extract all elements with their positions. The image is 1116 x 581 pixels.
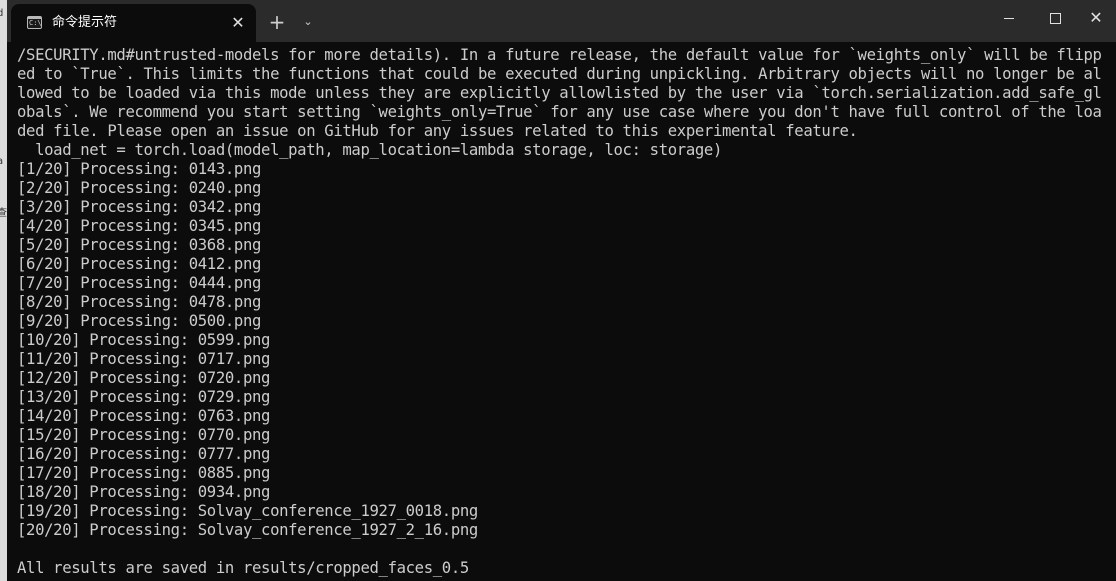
console-line: [20/20] Processing: Solvay_conference_19… xyxy=(17,521,478,539)
console-line: [17/20] Processing: 0885.png xyxy=(17,464,271,482)
console-line: [2/20] Processing: 0240.png xyxy=(17,179,262,197)
console-line: [6/20] Processing: 0412.png xyxy=(17,255,262,273)
console-line: [16/20] Processing: 0777.png xyxy=(17,445,271,463)
tab-dropdown-button[interactable]: ⌄ xyxy=(299,12,317,32)
console-line: ed to `True`. This limits the functions … xyxy=(17,65,1102,83)
console-line: lowed to be loaded via this mode unless … xyxy=(17,84,1102,102)
console-line: [13/20] Processing: 0729.png xyxy=(17,388,271,406)
console-line: [10/20] Processing: 0599.png xyxy=(17,331,271,349)
console-line: [11/20] Processing: 0717.png xyxy=(17,350,271,368)
console-line: [12/20] Processing: 0720.png xyxy=(17,369,271,387)
background-window-edge: d 查 a xyxy=(0,0,7,581)
close-window-button[interactable]: ✕ xyxy=(1073,0,1116,36)
console-line: load_net = torch.load(model_path, map_lo… xyxy=(17,141,722,159)
console-line: [18/20] Processing: 0934.png xyxy=(17,483,271,501)
plus-icon: + xyxy=(268,10,286,34)
cmd-icon: C:\ xyxy=(27,16,42,29)
console-line: [5/20] Processing: 0368.png xyxy=(17,236,262,254)
console-line: [7/20] Processing: 0444.png xyxy=(17,274,262,292)
console-line: [14/20] Processing: 0763.png xyxy=(17,407,271,425)
console-line: [9/20] Processing: 0500.png xyxy=(17,312,262,330)
tab-title: 命令提示符 xyxy=(52,15,118,30)
chevron-down-icon: ⌄ xyxy=(303,15,313,28)
console-line: /SECURITY.md#untrusted-models for more d… xyxy=(17,46,1102,64)
console-line: obals`. We recommend you start setting `… xyxy=(17,103,1102,121)
minimize-button[interactable] xyxy=(986,0,1032,36)
tab-command-prompt[interactable]: C:\ 命令提示符 ✕ xyxy=(11,4,256,42)
console-line: [8/20] Processing: 0478.png xyxy=(17,293,262,311)
background-fragment: 查 xyxy=(0,208,7,219)
new-tab-button[interactable]: + xyxy=(267,12,287,32)
close-tab-button[interactable]: ✕ xyxy=(229,14,247,32)
console-line: ded file. Please open an issue on GitHub… xyxy=(17,122,858,140)
console-line: [4/20] Processing: 0345.png xyxy=(17,217,262,235)
console-line: [3/20] Processing: 0342.png xyxy=(17,198,262,216)
background-fragment: d xyxy=(0,8,4,19)
maximize-button[interactable] xyxy=(1032,0,1078,36)
console-line: All results are saved in results/cropped… xyxy=(17,559,469,577)
terminal-window: C:\ 命令提示符 ✕ + ⌄ ✕ /SECURITY.md#untrusted… xyxy=(7,0,1116,581)
minimize-icon xyxy=(1004,18,1014,19)
close-icon: ✕ xyxy=(231,13,245,32)
console-output[interactable]: /SECURITY.md#untrusted-models for more d… xyxy=(17,46,1109,579)
background-fragment: a xyxy=(0,156,4,167)
title-bar[interactable]: C:\ 命令提示符 ✕ + ⌄ ✕ xyxy=(7,0,1116,42)
console-line: [1/20] Processing: 0143.png xyxy=(17,160,262,178)
close-icon: ✕ xyxy=(1089,8,1103,27)
console-line: [19/20] Processing: Solvay_conference_19… xyxy=(17,502,478,520)
maximize-icon xyxy=(1050,13,1061,24)
console-line: [15/20] Processing: 0770.png xyxy=(17,426,271,444)
